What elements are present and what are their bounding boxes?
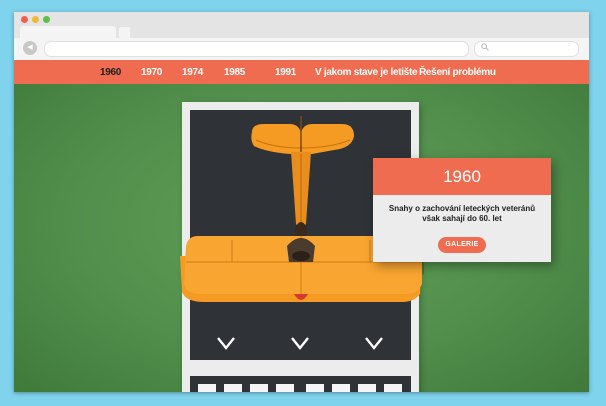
chevron-down-icon[interactable]: [289, 336, 311, 350]
nav-item-1970[interactable]: 1970: [141, 60, 162, 84]
browser-search-field[interactable]: [474, 41, 579, 57]
strip-block: [306, 384, 324, 392]
info-card-year: 1960: [373, 158, 551, 195]
title-bar: [14, 12, 589, 38]
strip-block: [276, 384, 294, 392]
address-bar[interactable]: [44, 41, 469, 57]
strip-block: [332, 384, 350, 392]
strip-block: [358, 384, 376, 392]
strip-block: [224, 384, 242, 392]
search-icon: [481, 43, 489, 53]
nav-item-1960[interactable]: 1960: [100, 60, 121, 84]
new-tab-button[interactable]: [119, 27, 130, 38]
strip-block: [384, 384, 402, 392]
gallery-button[interactable]: GALERIE: [438, 237, 486, 253]
chevron-down-icon[interactable]: [215, 336, 237, 350]
nav-item-1985[interactable]: 1985: [224, 60, 245, 84]
chevron-down-icon[interactable]: [363, 336, 385, 350]
browser-tab[interactable]: [20, 26, 116, 38]
nav-item-solution[interactable]: Řešení problému: [419, 60, 496, 84]
maximize-window-button[interactable]: [43, 16, 50, 23]
strip-block: [250, 384, 268, 392]
browser-toolbar: ◀: [14, 38, 589, 61]
browser-window: ◀ 1960 1970 1974 1985 1991 V jakom stave…: [14, 12, 589, 392]
timeline-info-card: 1960 Snahy o zachování leteckých veterán…: [373, 158, 551, 262]
minimize-window-button[interactable]: [32, 16, 39, 23]
nav-item-1974[interactable]: 1974: [182, 60, 203, 84]
back-button[interactable]: ◀: [23, 41, 37, 55]
strip-block: [198, 384, 216, 392]
nav-item-airport-state[interactable]: V jakom stave je letište: [315, 60, 418, 84]
close-window-button[interactable]: [21, 16, 28, 23]
info-card-text: Snahy o zachování leteckých veteránů vša…: [388, 204, 536, 223]
arrow-left-icon: ◀: [27, 44, 33, 51]
timeline-nav: 1960 1970 1974 1985 1991 V jakom stave j…: [14, 60, 589, 84]
nav-item-1991[interactable]: 1991: [275, 60, 296, 84]
poster-key-strip: [190, 376, 411, 392]
hero-scene: 1960 Snahy o zachování leteckých veterán…: [14, 84, 589, 392]
